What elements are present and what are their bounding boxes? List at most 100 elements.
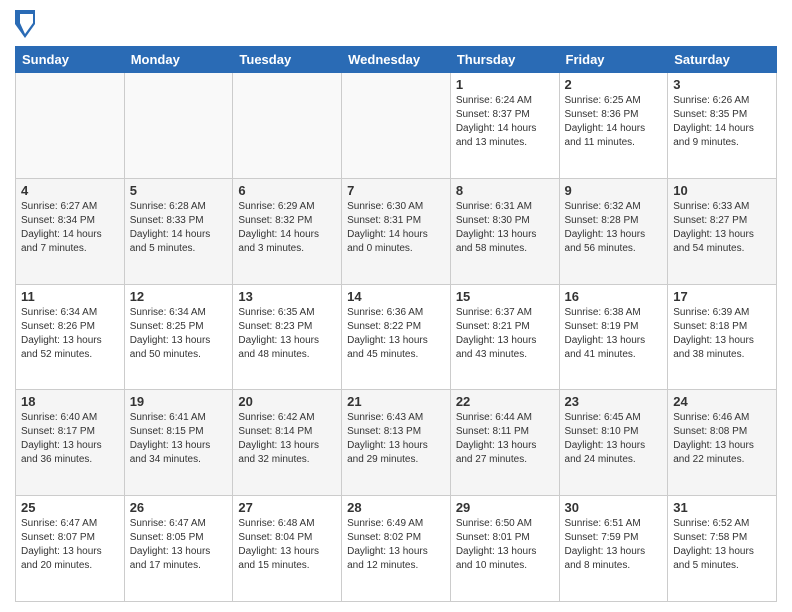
calendar-cell: 20 Sunrise: 6:42 AMSunset: 8:14 PMDayligh… [233,390,342,496]
day-number: 7 [347,183,445,198]
day-number: 2 [565,77,663,92]
day-number: 20 [238,394,336,409]
day-info: Sunrise: 6:50 AMSunset: 8:01 PMDaylight:… [456,517,554,573]
calendar-cell: 2 Sunrise: 6:25 AMSunset: 8:36 PMDaylight… [559,73,668,179]
calendar-header-saturday: Saturday [668,47,777,73]
calendar-cell: 21Sunrise: 6:43 AMSunset: 8:13 PMDayligh… [342,390,451,496]
calendar-cell: 18 Sunrise: 6:40 AMSunset: 8:17 PMDayligh… [16,390,125,496]
day-info: Sunrise: 6:34 AMSunset: 8:25 PMDaylight:… [130,306,228,362]
day-info: Sunrise: 6:31 AMSunset: 8:30 PMDaylight:… [456,200,554,256]
day-number: 22 [456,394,554,409]
day-number: 9 [565,183,663,198]
calendar-cell: 19 Sunrise: 6:41 AMSunset: 8:15 PMDayligh… [124,390,233,496]
calendar-cell: 12 Sunrise: 6:34 AMSunset: 8:25 PMDayligh… [124,284,233,390]
calendar-header-tuesday: Tuesday [233,47,342,73]
day-info: Sunrise: 6:52 AMSunset: 7:58 PMDaylight:… [673,517,771,573]
calendar-cell: 28 Sunrise: 6:49 AMSunset: 8:02 PMDayligh… [342,496,451,602]
day-info: Sunrise: 6:32 AMSunset: 8:28 PMDaylight:… [565,200,663,256]
day-info: Sunrise: 6:44 AMSunset: 8:11 PMDaylight:… [456,411,554,467]
day-info: Sunrise: 6:29 AMSunset: 8:32 PMDaylight:… [238,200,336,256]
calendar-cell: 6 Sunrise: 6:29 AMSunset: 8:32 PMDaylight… [233,178,342,284]
day-info: Sunrise: 6:47 AMSunset: 8:05 PMDaylight:… [130,517,228,573]
logo-icon [15,10,35,38]
day-info: Sunrise: 6:51 AMSunset: 7:59 PMDaylight:… [565,517,663,573]
calendar-header-wednesday: Wednesday [342,47,451,73]
day-number: 8 [456,183,554,198]
calendar-week-4: 18 Sunrise: 6:40 AMSunset: 8:17 PMDayligh… [16,390,777,496]
day-info: Sunrise: 6:37 AMSunset: 8:21 PMDaylight:… [456,306,554,362]
calendar-cell [233,73,342,179]
day-info: Sunrise: 6:28 AMSunset: 8:33 PMDaylight:… [130,200,228,256]
calendar-cell: 14 Sunrise: 6:36 AMSunset: 8:22 PMDayligh… [342,284,451,390]
day-info: Sunrise: 6:46 AMSunset: 8:08 PMDaylight:… [673,411,771,467]
day-number: 15 [456,289,554,304]
calendar-cell: 27 Sunrise: 6:48 AMSunset: 8:04 PMDayligh… [233,496,342,602]
calendar-cell: 10 Sunrise: 6:33 AMSunset: 8:27 PMDayligh… [668,178,777,284]
day-number: 12 [130,289,228,304]
day-number: 31 [673,500,771,515]
calendar-cell: 15 Sunrise: 6:37 AMSunset: 8:21 PMDayligh… [450,284,559,390]
day-number: 6 [238,183,336,198]
calendar-header-monday: Monday [124,47,233,73]
calendar-cell: 4 Sunrise: 6:27 AMSunset: 8:34 PMDaylight… [16,178,125,284]
day-info: Sunrise: 6:36 AMSunset: 8:22 PMDaylight:… [347,306,445,362]
calendar-header-sunday: Sunday [16,47,125,73]
day-number: 18 [21,394,119,409]
calendar-cell: 26Sunrise: 6:47 AMSunset: 8:05 PMDayligh… [124,496,233,602]
day-info: Sunrise: 6:45 AMSunset: 8:10 PMDaylight:… [565,411,663,467]
day-info: Sunrise: 6:35 AMSunset: 8:23 PMDaylight:… [238,306,336,362]
calendar-cell: 30 Sunrise: 6:51 AMSunset: 7:59 PMDayligh… [559,496,668,602]
calendar-week-5: 25 Sunrise: 6:47 AMSunset: 8:07 PMDayligh… [16,496,777,602]
calendar-cell: 1Sunrise: 6:24 AMSunset: 8:37 PMDaylight… [450,73,559,179]
day-info: Sunrise: 6:30 AMSunset: 8:31 PMDaylight:… [347,200,445,256]
day-number: 24 [673,394,771,409]
calendar-cell: 24 Sunrise: 6:46 AMSunset: 8:08 PMDayligh… [668,390,777,496]
day-number: 30 [565,500,663,515]
calendar-cell: 3Sunrise: 6:26 AMSunset: 8:35 PMDaylight… [668,73,777,179]
day-info: Sunrise: 6:40 AMSunset: 8:17 PMDaylight:… [21,411,119,467]
calendar-cell: 22 Sunrise: 6:44 AMSunset: 8:11 PMDayligh… [450,390,559,496]
day-info: Sunrise: 6:48 AMSunset: 8:04 PMDaylight:… [238,517,336,573]
day-number: 29 [456,500,554,515]
calendar-cell [16,73,125,179]
day-info: Sunrise: 6:34 AMSunset: 8:26 PMDaylight:… [21,306,119,362]
day-number: 10 [673,183,771,198]
calendar-cell: 17Sunrise: 6:39 AMSunset: 8:18 PMDayligh… [668,284,777,390]
day-number: 25 [21,500,119,515]
calendar-cell: 31 Sunrise: 6:52 AMSunset: 7:58 PMDayligh… [668,496,777,602]
day-info: Sunrise: 6:49 AMSunset: 8:02 PMDaylight:… [347,517,445,573]
day-number: 13 [238,289,336,304]
day-number: 19 [130,394,228,409]
day-number: 5 [130,183,228,198]
day-info: Sunrise: 6:25 AMSunset: 8:36 PMDaylight:… [565,94,663,150]
day-info: Sunrise: 6:41 AMSunset: 8:15 PMDaylight:… [130,411,228,467]
calendar-cell: 16 Sunrise: 6:38 AMSunset: 8:19 PMDayligh… [559,284,668,390]
calendar-header-thursday: Thursday [450,47,559,73]
day-info: Sunrise: 6:33 AMSunset: 8:27 PMDaylight:… [673,200,771,256]
day-number: 28 [347,500,445,515]
day-number: 16 [565,289,663,304]
header [15,10,777,38]
calendar-cell: 7 Sunrise: 6:30 AMSunset: 8:31 PMDaylight… [342,178,451,284]
calendar-cell: 29 Sunrise: 6:50 AMSunset: 8:01 PMDayligh… [450,496,559,602]
logo [15,10,39,38]
day-number: 1 [456,77,554,92]
calendar-cell [124,73,233,179]
day-info: Sunrise: 6:38 AMSunset: 8:19 PMDaylight:… [565,306,663,362]
calendar-cell [342,73,451,179]
day-number: 4 [21,183,119,198]
calendar-week-1: 1Sunrise: 6:24 AMSunset: 8:37 PMDaylight… [16,73,777,179]
day-number: 14 [347,289,445,304]
calendar-cell: 11Sunrise: 6:34 AMSunset: 8:26 PMDayligh… [16,284,125,390]
calendar-header-row: SundayMondayTuesdayWednesdayThursdayFrid… [16,47,777,73]
day-number: 27 [238,500,336,515]
day-info: Sunrise: 6:47 AMSunset: 8:07 PMDaylight:… [21,517,119,573]
calendar-week-3: 11Sunrise: 6:34 AMSunset: 8:26 PMDayligh… [16,284,777,390]
day-info: Sunrise: 6:42 AMSunset: 8:14 PMDaylight:… [238,411,336,467]
calendar-cell: 8 Sunrise: 6:31 AMSunset: 8:30 PMDaylight… [450,178,559,284]
page: SundayMondayTuesdayWednesdayThursdayFrid… [0,0,792,612]
calendar-cell: 9 Sunrise: 6:32 AMSunset: 8:28 PMDaylight… [559,178,668,284]
day-info: Sunrise: 6:27 AMSunset: 8:34 PMDaylight:… [21,200,119,256]
calendar-cell: 5 Sunrise: 6:28 AMSunset: 8:33 PMDaylight… [124,178,233,284]
day-info: Sunrise: 6:26 AMSunset: 8:35 PMDaylight:… [673,94,771,150]
